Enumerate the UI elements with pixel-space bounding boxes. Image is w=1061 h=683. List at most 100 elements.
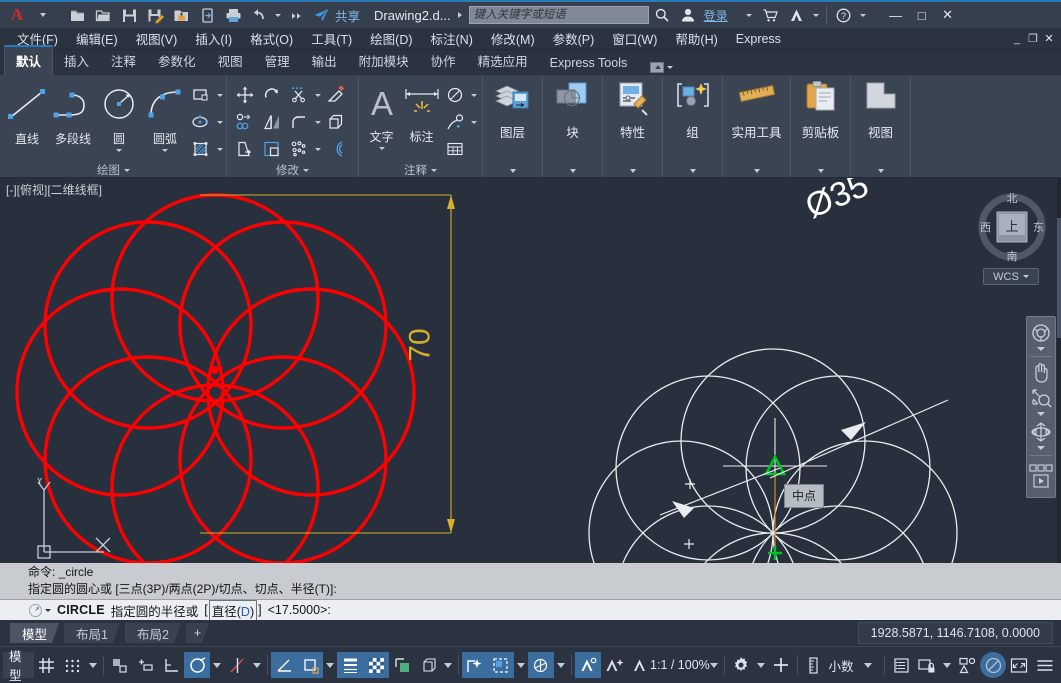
orbit-icon[interactable] xyxy=(1027,419,1055,445)
annotation-scale-dropdown[interactable] xyxy=(707,652,721,678)
close-button[interactable]: ✕ xyxy=(935,3,961,27)
qat-redo-button[interactable] xyxy=(284,3,310,27)
stretch-icon[interactable] xyxy=(232,136,258,162)
group-panel-chevron[interactable] xyxy=(690,169,696,173)
table-icon[interactable] xyxy=(442,136,468,162)
draw-circle-button[interactable]: 圆 xyxy=(96,80,142,152)
3d-osnap-icon[interactable] xyxy=(415,652,441,678)
gizmo-dropdown[interactable] xyxy=(554,652,568,678)
status-model-button[interactable]: 模型 xyxy=(3,652,34,678)
quick-properties-icon[interactable] xyxy=(888,652,914,678)
help-icon[interactable]: ? xyxy=(831,3,857,27)
autoscale-icon[interactable] xyxy=(601,652,627,678)
command-history-chevron[interactable] xyxy=(45,609,51,612)
orbit-chevron[interactable] xyxy=(1037,446,1045,450)
ribbon-tab-collaborate[interactable]: 协作 xyxy=(420,47,467,75)
plus-icon[interactable] xyxy=(768,652,794,678)
share-icon[interactable] xyxy=(310,3,332,27)
command-line[interactable]: CIRCLE 指定圆的半径或 [ 直径(D) ] <17.5000>: xyxy=(0,599,1061,620)
annotation-person-icon[interactable] xyxy=(627,652,653,678)
login-dropdown[interactable] xyxy=(740,3,758,27)
doc-close-button[interactable]: ✕ xyxy=(1041,31,1057,47)
array-icon[interactable] xyxy=(286,136,312,162)
annotate-text-dropdown[interactable] xyxy=(379,147,385,150)
rectangle-icon[interactable] xyxy=(188,82,214,108)
array-dropdown[interactable] xyxy=(312,136,323,162)
command-line-icon[interactable] xyxy=(28,603,43,618)
layout-tab-layout2[interactable]: 布局2 xyxy=(125,623,181,643)
selection-filter-dropdown[interactable] xyxy=(514,652,528,678)
annotation-panel-chevron[interactable] xyxy=(431,169,437,172)
dimension-value-70[interactable]: 70 xyxy=(404,328,438,361)
draw-line-button[interactable]: 直线 xyxy=(4,80,50,147)
workspace-dropdown[interactable] xyxy=(754,652,768,678)
snap-dots-icon[interactable] xyxy=(60,652,86,678)
polar-dropdown[interactable] xyxy=(250,652,264,678)
qat-open-from-web-button[interactable] xyxy=(194,3,220,27)
login-link[interactable]: 登录 xyxy=(704,7,728,24)
ribbon-tab-output[interactable]: 输出 xyxy=(301,47,348,75)
ortho-icon[interactable] xyxy=(158,652,184,678)
modify-panel-chevron[interactable] xyxy=(303,169,309,172)
zoom-extents-icon[interactable] xyxy=(1027,385,1055,411)
annotation-scale-label[interactable]: 1:1 / 100% xyxy=(653,652,708,678)
grid-icon[interactable] xyxy=(34,652,60,678)
snap-dropdown[interactable] xyxy=(86,652,100,678)
gizmo-icon[interactable] xyxy=(528,652,554,678)
infer-constraints-icon[interactable] xyxy=(106,652,132,678)
leader-dropdown[interactable] xyxy=(468,82,479,108)
ribbon-minimize-button[interactable] xyxy=(646,60,677,75)
lock-ui-icon[interactable] xyxy=(914,652,940,678)
ribbon-panel-utilities[interactable]: 实用工具 xyxy=(723,76,791,177)
layout-tab-add-button[interactable]: + xyxy=(186,623,209,643)
clean-screen-icon[interactable] xyxy=(1006,652,1032,678)
draw-polyline-button[interactable]: 多段线 xyxy=(50,80,96,147)
isolate-objects-icon[interactable] xyxy=(954,652,980,678)
qat-plot-button[interactable] xyxy=(220,3,246,27)
ribbon-tab-featured-apps[interactable]: 精选应用 xyxy=(467,47,539,75)
clipboard-panel-chevron[interactable] xyxy=(818,169,824,173)
command-history[interactable]: 命令: _circle 指定圆的圆心或 [三点(3P)/两点(2P)/切点、切点… xyxy=(0,563,1061,599)
ribbon-panel-block[interactable]: 块 xyxy=(543,76,603,177)
minimize-button[interactable]: — xyxy=(883,3,909,27)
drawing-canvas[interactable]: [-][俯视][二维线框] xyxy=(0,178,1061,563)
draw-arc-dropdown[interactable] xyxy=(162,149,168,152)
wcs-selector[interactable]: WCS xyxy=(983,268,1039,285)
ribbon-tab-annotate[interactable]: 注释 xyxy=(100,47,147,75)
annotate-text-button[interactable]: A 文字 xyxy=(362,80,401,150)
fillet-icon[interactable] xyxy=(286,109,312,135)
utilities-panel-chevron[interactable] xyxy=(754,169,760,173)
hatch-icon[interactable] xyxy=(188,136,214,162)
store-cart-icon[interactable] xyxy=(758,3,784,27)
view-cube[interactable]: 上 北 南 西 东 xyxy=(975,190,1049,264)
leader-icon[interactable] xyxy=(442,82,468,108)
menu-window[interactable]: 窗口(W) xyxy=(603,27,666,50)
menu-help[interactable]: 帮助(H) xyxy=(666,27,726,50)
dynamic-ucs-icon[interactable] xyxy=(462,652,488,678)
ellipse-dropdown[interactable] xyxy=(214,109,225,135)
command-option-diameter[interactable]: 直径(D) xyxy=(209,600,257,621)
ucs-square-icon[interactable] xyxy=(297,652,323,678)
units-dropdown[interactable] xyxy=(855,652,881,678)
ribbon-tab-manage[interactable]: 管理 xyxy=(254,47,301,75)
units-label[interactable]: 小数 xyxy=(827,652,856,678)
fillet-dropdown[interactable] xyxy=(312,109,323,135)
multileader-icon[interactable] xyxy=(442,109,468,135)
ribbon-panel-view[interactable]: 视图 xyxy=(851,76,911,177)
graphics-performance-icon[interactable] xyxy=(980,652,1006,678)
view-panel-chevron[interactable] xyxy=(878,169,884,173)
ribbon-panel-draw-title[interactable]: 绘图 xyxy=(4,162,223,178)
lock-ui-dropdown[interactable] xyxy=(940,652,954,678)
ribbon-tab-default[interactable]: 默认 xyxy=(4,45,53,75)
qat-save-to-web-button[interactable] xyxy=(168,3,194,27)
zoom-chevron[interactable] xyxy=(1037,412,1045,416)
ribbon-minimize-chevron[interactable] xyxy=(667,66,673,69)
osnap-dropdown[interactable] xyxy=(210,652,224,678)
explode-icon[interactable] xyxy=(323,109,349,135)
ribbon-tab-view[interactable]: 视图 xyxy=(207,47,254,75)
wcs-chevron[interactable] xyxy=(1023,275,1029,278)
coordinate-display[interactable]: 1928.5871, 1146.7108, 0.0000 xyxy=(858,622,1053,644)
transparency-checker-icon[interactable] xyxy=(363,652,389,678)
user-account-icon[interactable] xyxy=(675,3,701,27)
trim-scissors-icon[interactable] xyxy=(286,82,312,108)
